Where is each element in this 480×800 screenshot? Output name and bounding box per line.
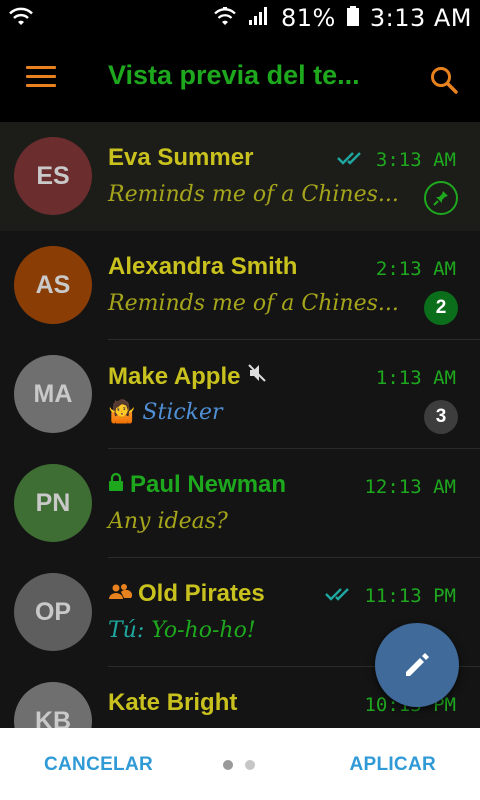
double-check-icon [324,585,356,607]
chat-message: Reminds me of a Chines... [108,182,399,207]
chat-row[interactable]: ES Eva Summer 3:13 AM Reminds me of a Ch… [0,122,480,231]
avatar: MA [14,355,92,433]
chat-message: Any ideas? [108,509,228,534]
compose-button[interactable] [375,623,459,707]
battery-icon [346,5,360,32]
chat-row[interactable]: AS Alexandra Smith 2:13 AM Reminds me of… [0,231,480,340]
wifi-icon [8,6,34,33]
avatar: ES [14,137,92,215]
page-indicator [223,760,255,770]
clock: 3:13 AM [369,4,472,32]
unread-badge: 3 [424,400,458,434]
chat-time: 3:13 AM [336,149,456,171]
battery-percent: 81% [281,4,336,32]
chat-message: Reminds me of a Chines... [108,291,399,316]
group-icon [108,580,133,608]
avatar: KB [14,682,92,728]
chat-time: 12:13 AM [364,476,456,498]
chat-name: Old Pirates [108,580,265,608]
page-dot[interactable] [245,760,255,770]
double-check-icon [336,149,368,171]
avatar: OP [14,573,92,651]
menu-icon[interactable] [26,66,58,94]
pencil-icon [406,653,429,676]
cancel-button[interactable]: CANCELAR [44,754,153,776]
chat-name: Paul Newman [108,471,286,499]
chat-time: 2:13 AM [375,258,456,280]
chat-name: Eva Summer [108,144,254,171]
avatar: PN [14,464,92,542]
chat-name: Kate Bright [108,689,238,716]
chat-row[interactable]: PN Paul Newman 12:13 AM Any ideas? [0,449,480,558]
avatar: AS [14,246,92,324]
chat-time: 1:13 AM [375,367,456,389]
page-title: Vista previa del te... [108,60,360,90]
page-dot[interactable] [223,760,233,770]
chat-time: 11:13 PM [324,585,456,607]
chat-message: Tú: Yo-ho-ho! [108,618,256,643]
message-sender: Tú: [108,618,145,643]
status-bar: 81% 3:13 AM [0,0,480,36]
chat-name: Make Apple [108,362,268,391]
chat-row[interactable]: MA Make Apple 1:13 AM 🤷 Sticker 3 [0,340,480,449]
shrug-emoji-icon: 🤷 [108,400,136,425]
unread-badge: 2 [424,291,458,325]
search-icon[interactable] [428,64,460,96]
lock-icon [108,471,124,499]
muted-icon [246,362,268,391]
cell-signal-icon [247,5,271,32]
app-bar: Vista previa del te... [0,36,480,122]
chat-message: 🤷 Sticker [108,400,223,425]
wifi-signal-icon [213,5,237,32]
pin-icon [424,181,458,215]
chat-name: Alexandra Smith [108,253,298,280]
bottom-bar: CANCELAR APLICAR [0,728,480,800]
apply-button[interactable]: APLICAR [349,754,436,776]
